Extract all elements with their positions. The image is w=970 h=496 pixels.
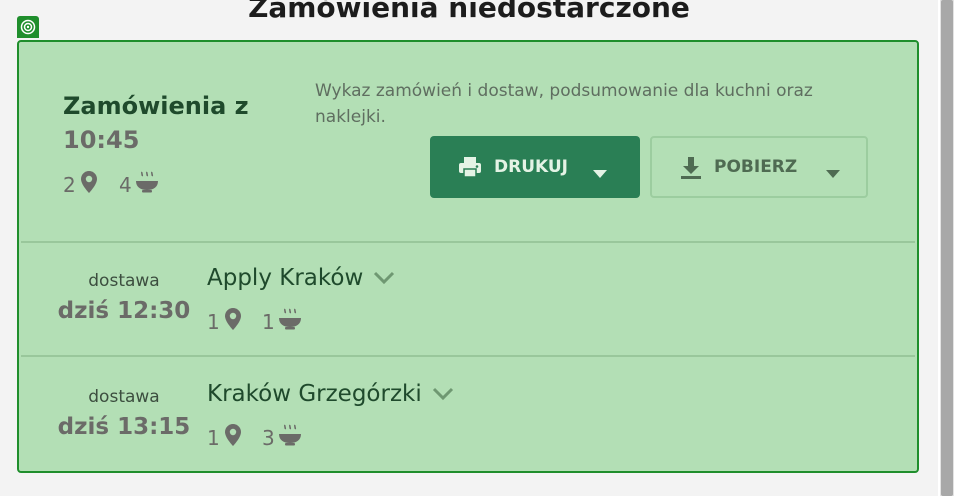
chevron-down-icon[interactable] (373, 271, 395, 285)
delivery-type: dostawa (88, 387, 160, 407)
dish-bowl-icon (278, 307, 302, 336)
summary-description: Wykaz zamówień i dostaw, podsumowanie dl… (315, 81, 813, 127)
print-button[interactable]: DRUKUJ (430, 136, 640, 198)
printer-icon (458, 156, 482, 183)
download-icon (680, 156, 702, 185)
dish-bowl-icon (278, 423, 302, 452)
orders-card: Zamówienia z 10:45 2 4 Wykaz zamówień i … (17, 40, 919, 473)
summary-dishes-stat: 4 (119, 170, 159, 201)
delivery-dishes-stat: 1 (262, 307, 302, 338)
row-divider (21, 241, 915, 243)
dish-bowl-icon (135, 170, 159, 199)
page-title: Zamówienia niedostarczone (248, 0, 690, 24)
delivery-time: dziś 13:15 (57, 414, 191, 440)
delivery-type: dostawa (88, 271, 160, 291)
location-pin-icon (223, 307, 243, 336)
location-pin-icon (79, 170, 99, 199)
locations-count: 2 (63, 173, 76, 197)
caret-down-icon[interactable] (826, 163, 840, 183)
chevron-down-icon[interactable] (432, 387, 454, 401)
target-icon (17, 16, 39, 38)
dishes-count: 4 (119, 173, 132, 197)
summary-title: Zamówienia z (63, 92, 249, 120)
download-button[interactable]: POBIERZ (650, 136, 868, 198)
row-divider (21, 355, 915, 357)
locations-count: 1 (207, 426, 220, 450)
delivery-dishes-stat: 3 (262, 423, 302, 454)
summary-time: 10:45 (63, 126, 140, 154)
scrollbar-thumb[interactable] (941, 0, 953, 496)
delivery-locations-stat: 1 (207, 307, 243, 338)
caret-down-icon[interactable] (593, 163, 607, 183)
dishes-count: 3 (262, 426, 275, 450)
delivery-location-toggle[interactable]: Kraków Grzegórzki (207, 381, 454, 407)
delivery-time: dziś 12:30 (57, 298, 191, 324)
download-button-label: POBIERZ (714, 157, 798, 177)
print-button-label: DRUKUJ (494, 157, 569, 177)
delivery-location-name: Kraków Grzegórzki (207, 381, 422, 407)
delivery-locations-stat: 1 (207, 423, 243, 454)
locations-count: 1 (207, 310, 220, 334)
location-pin-icon (223, 423, 243, 452)
dishes-count: 1 (262, 310, 275, 334)
delivery-location-name: Apply Kraków (207, 265, 364, 291)
summary-locations-stat: 2 (63, 170, 99, 201)
delivery-location-toggle[interactable]: Apply Kraków (207, 265, 395, 291)
